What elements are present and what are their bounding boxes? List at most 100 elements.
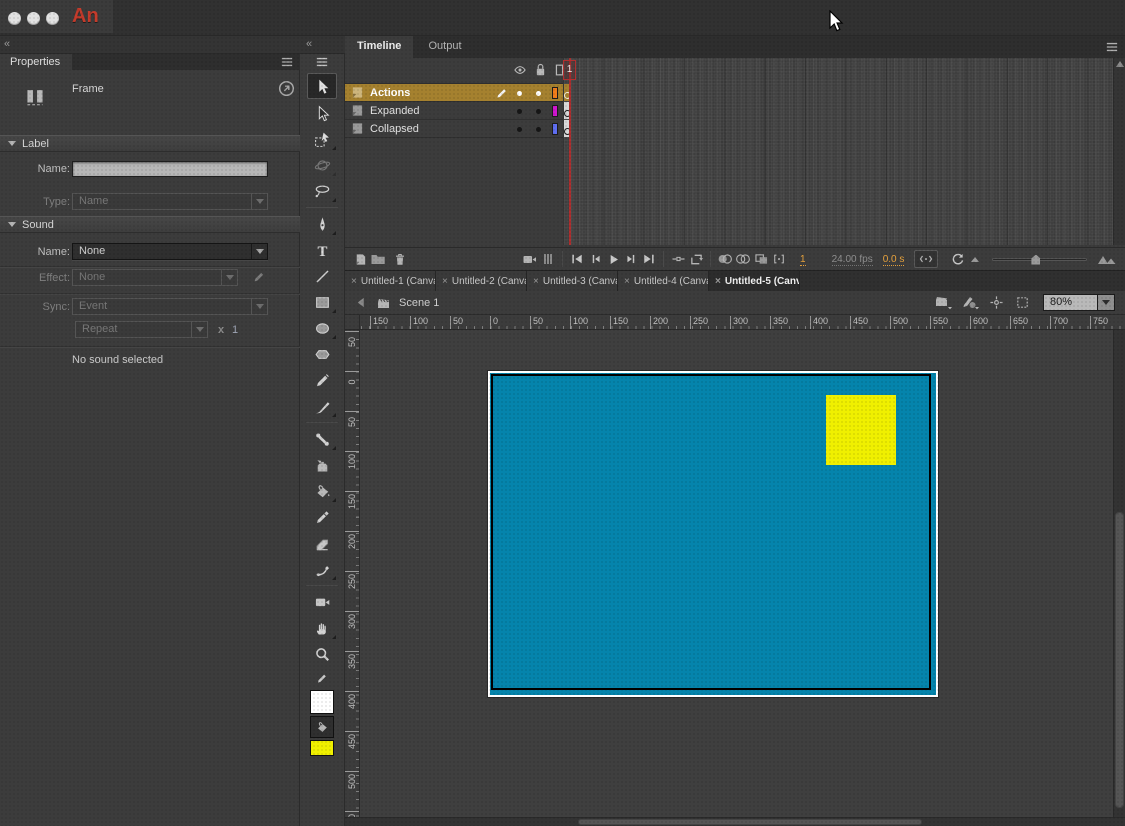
edit-scene-icon[interactable] [935, 294, 953, 312]
scene-name[interactable]: Scene 1 [399, 297, 439, 309]
back-icon[interactable] [351, 294, 369, 312]
close-tab-icon[interactable]: × [351, 276, 357, 287]
close-button[interactable] [8, 12, 21, 25]
tab-output[interactable]: Output [417, 36, 474, 58]
layer-visibility-dot[interactable] [517, 127, 522, 132]
edit-multiple-frames-icon[interactable] [752, 250, 770, 268]
new-folder-icon[interactable] [369, 250, 387, 268]
shrink-timeline-icon[interactable] [966, 250, 984, 268]
doc-tab-2[interactable]: ×Untitled-2 (Canvas)* [436, 271, 527, 291]
doc-tab-1[interactable]: ×Untitled-1 (Canvas)* [345, 271, 436, 291]
close-tab-icon[interactable]: × [624, 276, 630, 287]
hand-icon[interactable] [307, 616, 337, 640]
step-forward-icon[interactable] [622, 250, 640, 268]
paint-bucket-icon[interactable] [307, 479, 337, 503]
zoom-icon[interactable] [307, 642, 337, 666]
close-tab-icon[interactable]: × [533, 276, 539, 287]
lasso-icon[interactable] [307, 179, 337, 203]
layer-row-expanded[interactable]: Expanded [345, 102, 563, 120]
center-stage-icon[interactable] [987, 294, 1005, 312]
stroke-color-swatch[interactable] [310, 690, 334, 714]
stage[interactable] [488, 371, 938, 697]
layer-visibility-dot[interactable] [517, 91, 522, 96]
collapse-panel-icon[interactable]: « [4, 38, 9, 50]
layer-row-actions[interactable]: Actions [345, 84, 563, 102]
panel-flyout-icon[interactable] [278, 80, 295, 97]
collapse-tools-icon[interactable]: « [306, 38, 311, 50]
vertical-scrollbar-thumb[interactable] [1115, 512, 1124, 808]
layer-lock-dot[interactable] [536, 127, 541, 132]
line-icon[interactable] [307, 264, 337, 288]
go-last-frame-icon[interactable] [640, 250, 658, 268]
asset-warp-icon[interactable] [307, 557, 337, 581]
frame-view-icon[interactable] [914, 250, 938, 268]
camera-icon[interactable] [307, 590, 337, 614]
timeline-zoom-slider-thumb[interactable] [1031, 255, 1040, 265]
layer-depth-icon[interactable] [539, 250, 557, 268]
fill-color-bucket-icon[interactable] [310, 716, 334, 738]
oval-icon[interactable] [307, 316, 337, 340]
camera-icon[interactable] [521, 250, 539, 268]
horizontal-scrollbar-thumb[interactable] [578, 819, 922, 825]
pencil-icon[interactable] [307, 368, 337, 392]
rotation-3d-icon[interactable] [307, 153, 337, 177]
layer-visibility-dot[interactable] [517, 109, 522, 114]
loop-icon[interactable] [687, 250, 705, 268]
layer-name[interactable]: Actions [370, 87, 410, 99]
layer-color-swatch[interactable] [552, 87, 558, 99]
label-name-input[interactable] [72, 161, 268, 177]
playhead[interactable] [569, 58, 571, 245]
timeline-scrollbar[interactable] [1113, 58, 1125, 245]
layer-lock-dot[interactable] [536, 109, 541, 114]
new-layer-icon[interactable] [351, 250, 369, 268]
go-first-frame-icon[interactable] [568, 250, 586, 268]
lock-icon[interactable] [534, 62, 547, 77]
vertical-scrollbar[interactable] [1113, 330, 1125, 817]
center-frame-icon[interactable] [669, 250, 687, 268]
pen-icon[interactable] [307, 212, 337, 236]
close-tab-icon[interactable]: × [442, 276, 448, 287]
modify-markers-icon[interactable] [770, 250, 788, 268]
fill-color-swatch[interactable] [310, 740, 334, 756]
tools-menu-icon[interactable] [315, 56, 329, 68]
step-back-icon[interactable] [586, 250, 604, 268]
panel-menu-icon[interactable] [280, 56, 294, 68]
ink-bottle-icon[interactable] [307, 453, 337, 477]
onion-outlines-icon[interactable] [734, 250, 752, 268]
clip-content-icon[interactable] [1013, 294, 1031, 312]
tab-timeline[interactable]: Timeline [345, 36, 413, 58]
layer-color-swatch[interactable] [552, 105, 558, 117]
doc-tab-4[interactable]: ×Untitled-4 (Canvas)* [618, 271, 709, 291]
eye-icon[interactable] [513, 64, 527, 76]
play-icon[interactable] [604, 250, 622, 268]
text-icon[interactable]: T [307, 238, 337, 262]
tab-properties[interactable]: Properties [0, 54, 72, 70]
onion-skin-icon[interactable] [716, 250, 734, 268]
sound-name-select[interactable]: None [72, 243, 268, 260]
stage-zoom-select[interactable]: 80% [1043, 294, 1115, 311]
zoom-button[interactable] [46, 12, 59, 25]
yellow-rectangle-shape[interactable] [826, 395, 896, 465]
eraser-icon[interactable] [307, 531, 337, 555]
timeline-zoom-slider[interactable] [992, 258, 1087, 261]
eyedropper-icon[interactable] [307, 505, 337, 529]
section-sound-header[interactable]: Sound [0, 216, 300, 233]
doc-tab-5[interactable]: ×Untitled-5 (Canvas)* [709, 271, 800, 291]
reset-timeline-zoom-icon[interactable] [948, 250, 966, 268]
layer-color-swatch[interactable] [552, 123, 558, 135]
brush-icon[interactable] [307, 394, 337, 418]
minimize-button[interactable] [27, 12, 40, 25]
layer-name[interactable]: Expanded [370, 105, 420, 117]
layer-lock-dot[interactable] [536, 91, 541, 96]
subselection-icon[interactable] [307, 101, 337, 125]
delete-layer-icon[interactable] [391, 250, 409, 268]
timeline-menu-icon[interactable] [1105, 41, 1119, 53]
selection-icon[interactable] [307, 73, 337, 99]
doc-tab-3[interactable]: ×Untitled-3 (Canvas)* [527, 271, 618, 291]
edit-symbols-icon[interactable] [961, 294, 979, 312]
close-tab-icon[interactable]: × [715, 276, 721, 287]
horizontal-scrollbar[interactable] [345, 817, 1125, 826]
layer-name[interactable]: Collapsed [370, 123, 419, 135]
bone-icon[interactable] [307, 427, 337, 451]
section-label-header[interactable]: Label [0, 135, 300, 152]
